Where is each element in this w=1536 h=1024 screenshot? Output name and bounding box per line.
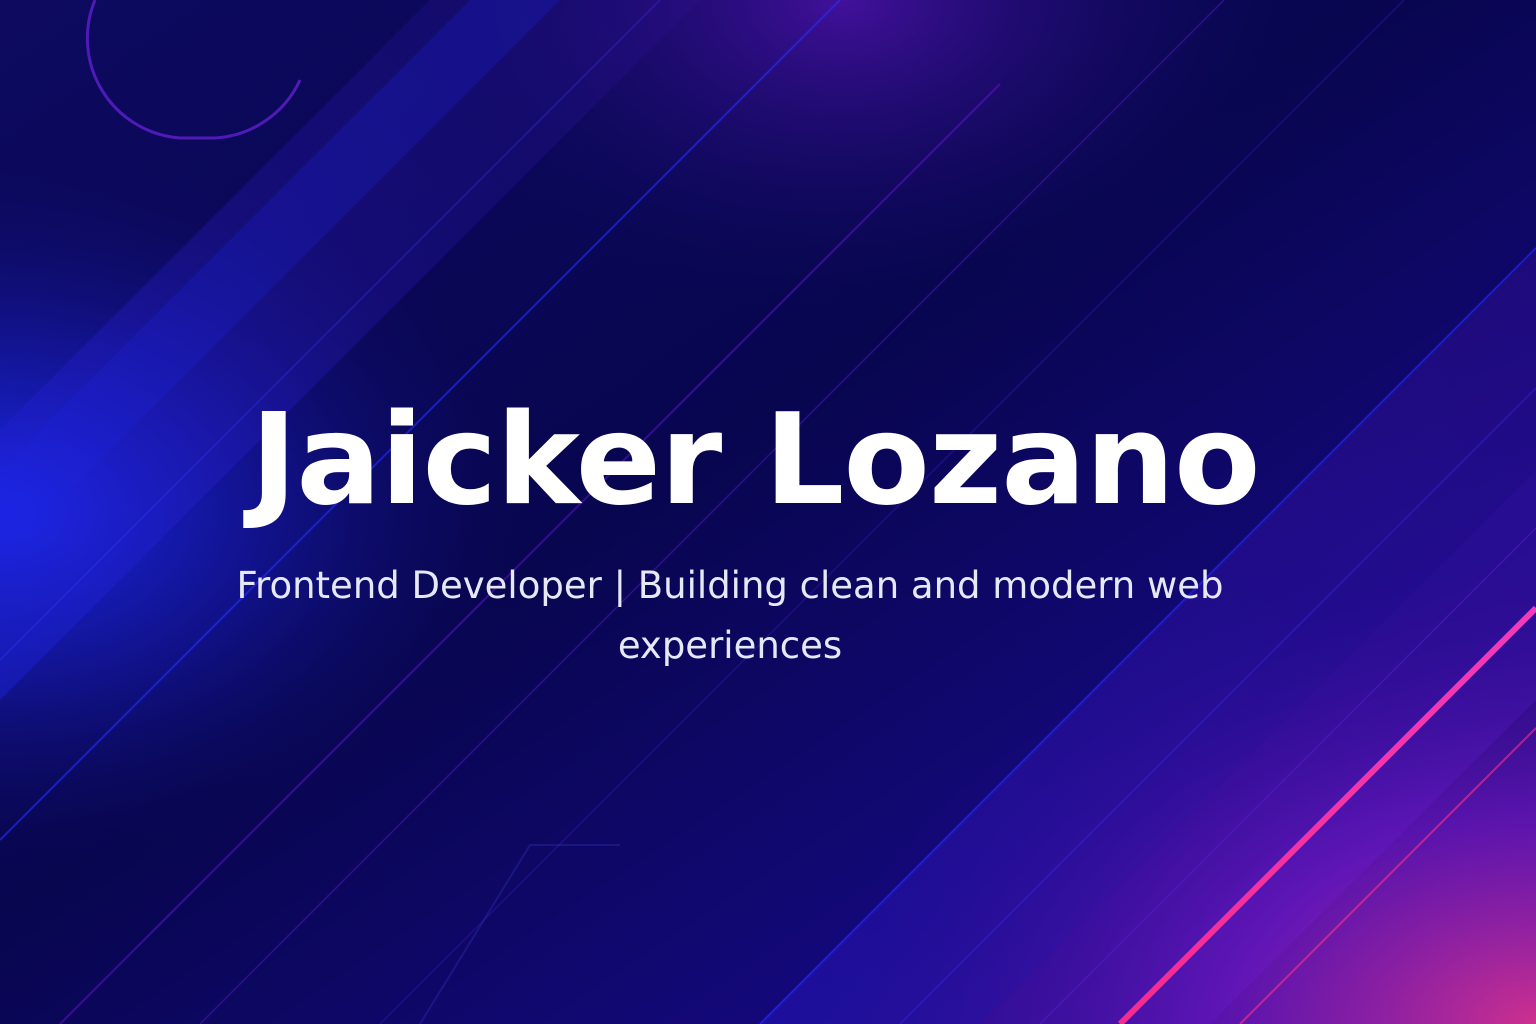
- hero-name: Jaicker Lozano: [250, 386, 1260, 533]
- hero-section: Jaicker Lozano Frontend Developer | Buil…: [0, 0, 1536, 1024]
- hero-tagline: Frontend Developer | Building clean and …: [236, 564, 1224, 667]
